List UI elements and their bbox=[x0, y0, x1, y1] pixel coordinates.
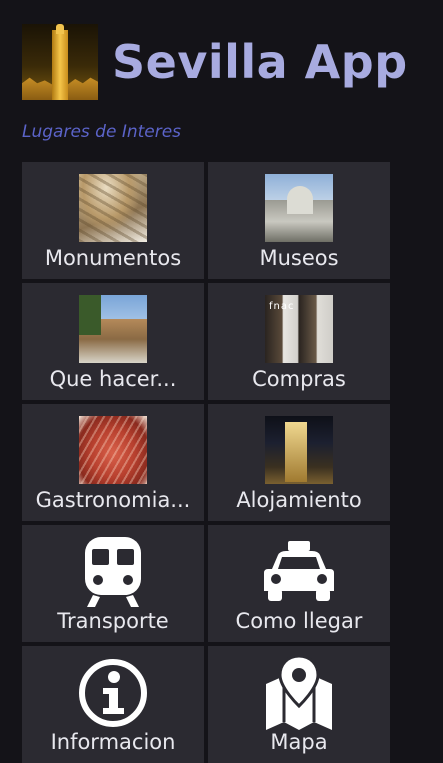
train-icon bbox=[85, 537, 141, 607]
museos-thumbnail bbox=[265, 174, 333, 242]
alojamiento-thumbnail bbox=[265, 416, 333, 484]
tile-label: Compras bbox=[252, 367, 346, 391]
tile-que-hacer[interactable]: Que hacer... bbox=[22, 283, 204, 400]
tile-monumentos[interactable]: Monumentos bbox=[22, 162, 204, 279]
tile-label: Informacion bbox=[50, 730, 176, 754]
tile-label: Gastronomia... bbox=[35, 488, 191, 512]
category-grid: Monumentos Museos Que hacer... Compras G… bbox=[22, 162, 390, 763]
tile-label: Que hacer... bbox=[49, 367, 177, 391]
tile-transporte[interactable]: Transporte bbox=[22, 525, 204, 642]
gastronomia-thumbnail bbox=[79, 416, 147, 484]
tile-alojamiento[interactable]: Alojamiento bbox=[208, 404, 390, 521]
giralda-logo bbox=[22, 24, 98, 100]
tile-como-llegar[interactable]: Como llegar bbox=[208, 525, 390, 642]
tile-label: Monumentos bbox=[44, 246, 182, 270]
tile-mapa[interactable]: Mapa bbox=[208, 646, 390, 763]
tile-compras[interactable]: Compras bbox=[208, 283, 390, 400]
map-pin-icon bbox=[266, 656, 332, 730]
section-title: Lugares de Interes bbox=[22, 122, 182, 142]
tile-label: Museos bbox=[259, 246, 339, 270]
info-icon bbox=[79, 659, 147, 727]
tile-label: Como llegar bbox=[235, 609, 363, 633]
app-header: Sevilla App bbox=[22, 24, 408, 100]
tile-informacion[interactable]: Informacion bbox=[22, 646, 204, 763]
compras-thumbnail bbox=[265, 295, 333, 363]
monumentos-thumbnail bbox=[79, 174, 147, 242]
tile-gastronomia[interactable]: Gastronomia... bbox=[22, 404, 204, 521]
app-title: Sevilla App bbox=[112, 35, 408, 89]
taxi-icon bbox=[264, 541, 334, 601]
tile-museos[interactable]: Museos bbox=[208, 162, 390, 279]
tile-label: Alojamiento bbox=[236, 488, 362, 512]
tile-label: Transporte bbox=[57, 609, 169, 633]
tile-label: Mapa bbox=[270, 730, 328, 754]
que-hacer-thumbnail bbox=[79, 295, 147, 363]
